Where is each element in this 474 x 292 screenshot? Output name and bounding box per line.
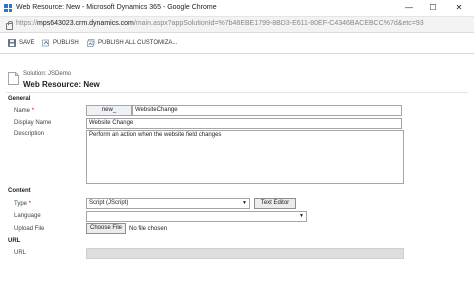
chevron-down-icon: ▼ xyxy=(242,200,247,206)
web-resource-icon xyxy=(8,72,19,85)
maximize-button[interactable]: ☐ xyxy=(426,2,440,14)
close-button[interactable]: ✕ xyxy=(452,2,466,14)
description-textarea[interactable]: Perform an action when the website field… xyxy=(86,130,404,184)
publish-all-label: PUBLISH ALL CUSTOMIZA... xyxy=(98,40,178,46)
url-readonly-field xyxy=(86,248,404,259)
description-label: Description xyxy=(14,131,45,137)
solution-label: Solution: JSDemo xyxy=(23,71,72,77)
save-icon xyxy=(8,39,16,47)
display-name-label: Display Name xyxy=(14,120,52,126)
save-button[interactable]: SAVE xyxy=(8,39,35,47)
window-title: Web Resource: New - Microsoft Dynamics 3… xyxy=(16,4,217,11)
chevron-down-icon: ▼ xyxy=(299,213,304,219)
url-label: URL xyxy=(14,250,27,256)
name-label-text: Name xyxy=(14,108,31,114)
name-input[interactable]: WebsiteChange xyxy=(132,105,402,116)
url-path: /main.aspx?appSolutionId=%7b48EBE1799-8B… xyxy=(133,20,424,27)
name-required-marker: * xyxy=(31,108,35,114)
publish-button[interactable]: PUBLISH xyxy=(42,39,79,47)
type-select[interactable]: Script (JScript) ▼ xyxy=(86,198,250,209)
address-url[interactable]: https://mps643023.crm.dynamics.com/main.… xyxy=(16,20,424,27)
url-section-title: URL xyxy=(8,238,21,244)
no-file-chosen-text: No file chosen xyxy=(129,226,168,232)
general-section-title: General xyxy=(8,96,31,102)
publish-icon xyxy=(42,39,49,47)
type-select-value: Script (JScript) xyxy=(89,200,129,206)
display-name-input[interactable]: Website Change xyxy=(86,118,402,129)
publish-all-customizations-button[interactable]: PUBLISH ALL CUSTOMIZA... xyxy=(87,39,177,47)
lock-icon xyxy=(6,21,13,30)
dynamics-app-icon xyxy=(4,4,12,12)
url-scheme: https:// xyxy=(16,20,38,27)
url-host: mps643023.crm.dynamics.com xyxy=(37,20,134,27)
publisher-prefix: new_ xyxy=(86,105,132,116)
name-label: Name * xyxy=(14,108,34,114)
type-label-text: Type xyxy=(14,201,28,207)
text-editor-button[interactable]: Text Editor xyxy=(254,198,296,209)
type-required-marker: * xyxy=(28,201,32,207)
page-title: Web Resource: New xyxy=(23,80,100,89)
language-select[interactable]: ▼ xyxy=(86,211,307,222)
choose-file-button[interactable]: Choose File xyxy=(86,223,126,234)
minimize-button[interactable]: — xyxy=(402,2,416,14)
publish-label: PUBLISH xyxy=(53,40,79,46)
save-label: SAVE xyxy=(19,40,35,46)
publish-all-icon xyxy=(87,39,95,47)
language-label: Language xyxy=(14,213,41,219)
header-divider xyxy=(6,92,468,93)
upload-file-label: Upload File xyxy=(14,226,45,232)
content-section-title: Content xyxy=(8,188,31,194)
type-label: Type * xyxy=(14,201,31,207)
